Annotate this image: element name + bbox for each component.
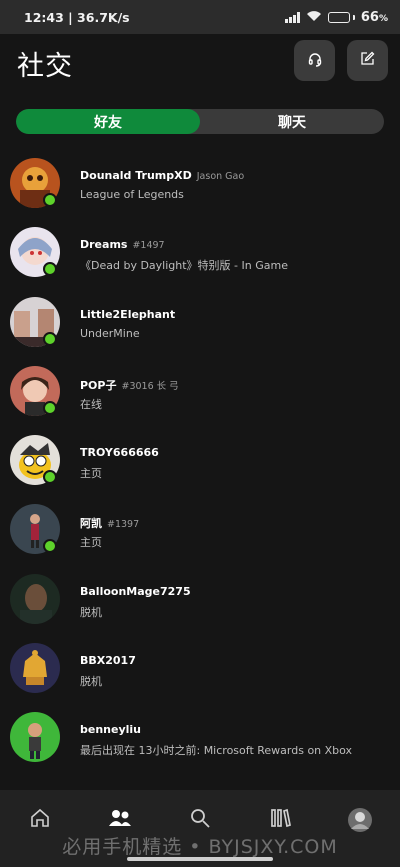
online-indicator (43, 331, 57, 346)
presence-text: 主页 (80, 536, 102, 550)
gamertag-suffix: #1497 (132, 240, 165, 252)
header: 社交 (0, 34, 400, 104)
signal-icon (285, 11, 300, 23)
page-title: 社交 (17, 51, 73, 82)
gamertag: TROY666666 (80, 446, 159, 460)
presence-text: League of Legends (80, 188, 184, 201)
online-indicator (43, 539, 57, 554)
online-indicator (43, 193, 57, 207)
gesture-bar (127, 857, 273, 861)
online-indicator (43, 262, 57, 277)
gamertag: BBX2017 (80, 654, 136, 668)
presence-text: 在线 (80, 397, 102, 411)
tab-chat[interactable]: 聊天 (200, 109, 384, 134)
headset-icon (307, 51, 323, 71)
friend-row[interactable]: 阿凯 #1397 主页 (0, 496, 400, 565)
screen: 12:43 | 36.7K/s 66% 社交 好友 聊天 Dounald Tru… (0, 0, 400, 867)
friend-row[interactable]: Little2Elephant UnderMine (0, 289, 400, 358)
avatar (10, 712, 60, 763)
presence-text: 《Dead by Daylight》特别版 - In Game (80, 259, 288, 273)
battery-icon (327, 11, 355, 23)
gamertag-suffix: #1397 (107, 519, 140, 531)
gamertag: Dounald TrumpXD (80, 169, 192, 182)
avatar (10, 643, 60, 694)
friend-row[interactable]: BBX2017 脱机 (0, 635, 400, 704)
online-indicator (43, 470, 57, 485)
tab-friends[interactable]: 好友 (16, 109, 200, 134)
gamertag: BalloonMage7275 (80, 584, 191, 598)
avatar (10, 573, 60, 624)
gamertag-suffix: #3016 长 弓 (121, 380, 179, 392)
friend-row[interactable]: POP子 #3016 长 弓 在线 (0, 358, 400, 427)
gamertag: benneyliu (80, 723, 141, 737)
status-bar: 12:43 | 36.7K/s 66% (0, 0, 400, 34)
presence-text: 脱机 (80, 675, 102, 689)
status-time: 12:43 | 36.7K/s (24, 9, 130, 25)
tab-switcher: 好友 聊天 (16, 109, 384, 134)
wifi-icon (306, 10, 322, 25)
real-name: Jason Gao (196, 171, 245, 182)
gamertag: 阿凯 (80, 517, 102, 531)
compose-button[interactable] (347, 40, 388, 81)
friend-row[interactable]: benneyliu 最后出现在 13小时之前: Microsoft Reward… (0, 704, 400, 773)
friend-row[interactable]: BalloonMage7275 脱机 (0, 566, 400, 635)
gamertag: Little2Elephant (80, 307, 176, 321)
gamertag: Dreams (80, 238, 128, 252)
presence-text: UnderMine (80, 326, 140, 340)
compose-icon (360, 51, 375, 70)
friends-list: Dounald TrumpXD Jason Gao League of Lege… (0, 150, 400, 774)
battery-level: 66 (360, 9, 379, 25)
presence-text: 主页 (80, 467, 102, 481)
friend-row[interactable]: Dounald TrumpXD Jason Gao League of Lege… (0, 150, 400, 219)
presence-text: 脱机 (80, 605, 102, 619)
gamertag: POP子 (80, 378, 117, 392)
party-button[interactable] (294, 40, 335, 81)
watermark: 必用手机精选 • BYJSJXY.COM (62, 836, 338, 858)
friend-row[interactable]: Dreams #1497 《Dead by Daylight》特别版 - In … (0, 219, 400, 288)
presence-text: 最后出现在 13小时之前: Microsoft Rewards on Xbox (80, 744, 353, 758)
friend-row[interactable]: TROY666666 主页 (0, 427, 400, 496)
online-indicator (43, 400, 57, 415)
